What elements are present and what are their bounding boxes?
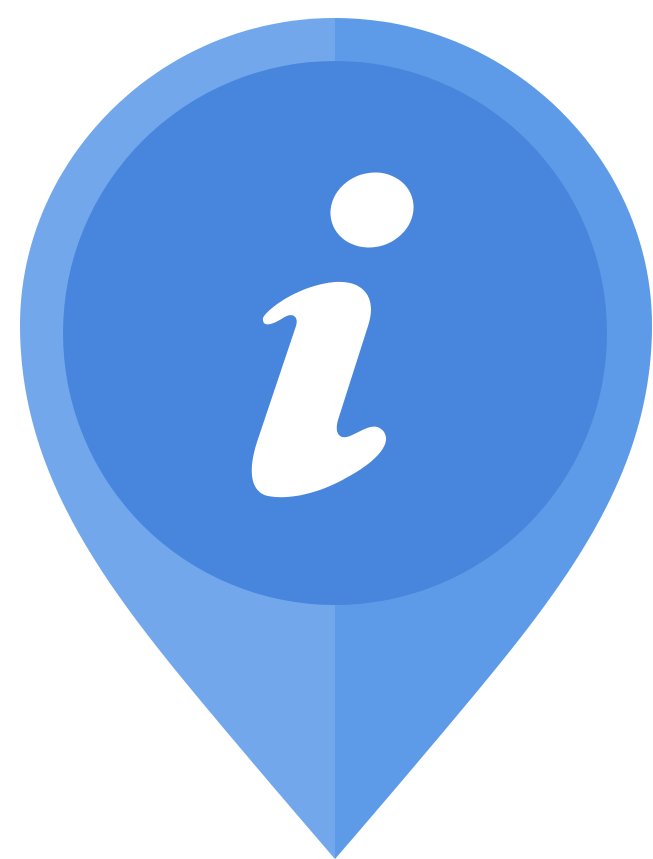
info-location-pin-icon bbox=[20, 18, 652, 859]
info-pin-canvas bbox=[0, 0, 653, 859]
